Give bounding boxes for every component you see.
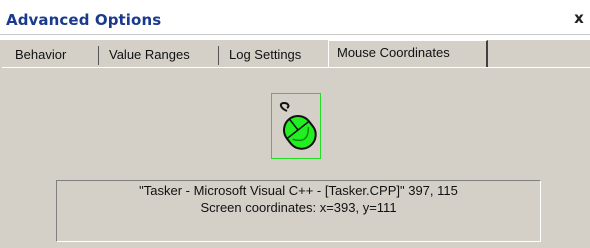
- coordinates-display: "Tasker - Microsoft Visual C++ - [Tasker…: [56, 180, 541, 242]
- tab-mouse-coordinates[interactable]: Mouse Coordinates: [328, 40, 488, 68]
- window-info-text: "Tasker - Microsoft Visual C++ - [Tasker…: [139, 183, 458, 198]
- tab-divider: [218, 46, 219, 65]
- close-button[interactable]: x: [572, 10, 586, 26]
- screen-coordinates-text: Screen coordinates: x=393, y=111: [200, 200, 397, 215]
- mouse-icon-frame[interactable]: [271, 93, 321, 159]
- tab-value-ranges[interactable]: Value Ranges: [102, 44, 197, 66]
- tab-divider: [98, 46, 99, 65]
- dialog-title: Advanced Options: [6, 11, 162, 29]
- tab-behavior[interactable]: Behavior: [8, 44, 73, 66]
- tab-panel-edge: [2, 67, 590, 68]
- title-divider: [0, 34, 590, 35]
- advanced-options-dialog: Advanced Options x Behavior Value Ranges…: [0, 0, 590, 248]
- title-bar: Advanced Options x: [0, 0, 590, 40]
- mouse-icon: [279, 101, 317, 150]
- tab-log-settings[interactable]: Log Settings: [222, 44, 308, 66]
